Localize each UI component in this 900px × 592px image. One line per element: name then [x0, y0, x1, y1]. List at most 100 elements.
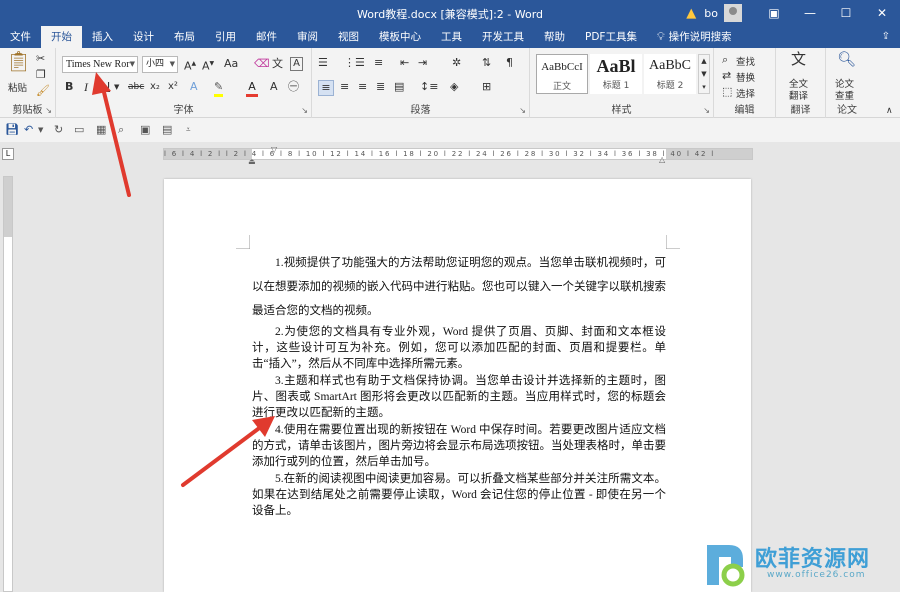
- borders-icon[interactable]: ⊞: [482, 80, 491, 94]
- first-line-indent-icon[interactable]: ▽: [271, 145, 277, 154]
- ribbon-display-icon[interactable]: ▣: [756, 0, 792, 26]
- warning-icon[interactable]: ▲: [686, 6, 696, 21]
- dialog-launcher-icon[interactable]: ↘: [703, 106, 710, 115]
- tab-home[interactable]: 开始: [41, 26, 82, 48]
- chinese-layout-icon[interactable]: ✲: [452, 56, 461, 70]
- avatar[interactable]: [724, 4, 742, 22]
- document-body[interactable]: 1.视频提供了功能强大的方法帮助您证明您的观点。当您单击联机视频时，可以在想要添…: [252, 251, 666, 519]
- tab-view[interactable]: 视图: [328, 26, 369, 48]
- sort-icon[interactable]: ⇅: [482, 56, 491, 70]
- select-icon[interactable]: ⬚: [722, 85, 732, 99]
- underline-button[interactable]: U: [102, 80, 110, 94]
- paragraph-3[interactable]: 3.主题和样式也有助于文档保持协调。当您单击设计并选择新的主题时，图片、图表或 …: [252, 373, 666, 421]
- tab-review[interactable]: 审阅: [287, 26, 328, 48]
- save-icon[interactable]: 💾︎: [5, 123, 19, 136]
- paragraph-4[interactable]: 4.使用在需要位置出现的新按钮在 Word 中保存时间。若要更改图片适应文档的方…: [252, 422, 666, 470]
- tab-help[interactable]: 帮助: [534, 26, 575, 48]
- style-heading-1[interactable]: AaBl 标题 1: [590, 54, 642, 94]
- dialog-launcher-icon[interactable]: ↘: [45, 106, 52, 115]
- undo-icon[interactable]: ↶: [24, 123, 33, 136]
- strikethrough-button[interactable]: abc: [128, 80, 144, 94]
- paragraph-5[interactable]: 5.在新的阅读视图中阅读更加容易。可以折叠文档某些部分并关注所需文本。如果在达到…: [252, 471, 666, 519]
- select-button[interactable]: 选择: [736, 86, 755, 100]
- align-center-icon[interactable]: ≡: [340, 80, 349, 94]
- numbering-icon[interactable]: ⋮☰: [344, 56, 365, 70]
- paragraph-1[interactable]: 1.视频提供了功能强大的方法帮助您证明您的观点。当您单击联机视频时，可以在想要添…: [252, 251, 666, 323]
- tab-design[interactable]: 设计: [123, 26, 164, 48]
- enclose-characters-icon[interactable]: ㊀: [288, 80, 299, 94]
- copy-icon[interactable]: ❐: [36, 68, 46, 82]
- vertical-ruler[interactable]: [0, 166, 14, 592]
- chevron-down-icon[interactable]: ▼: [38, 126, 43, 134]
- font-name-combo[interactable]: Times New Ror ▼: [62, 56, 138, 73]
- user-name[interactable]: bo: [704, 7, 718, 20]
- full-translate-line2[interactable]: 翻译: [789, 88, 808, 102]
- dialog-launcher-icon[interactable]: ↘: [301, 106, 308, 115]
- customize-qat-icon[interactable]: ⩡: [186, 125, 191, 135]
- superscript-button[interactable]: x²: [168, 80, 178, 94]
- format-painter-icon[interactable]: 🖌︎: [36, 84, 50, 98]
- tab-references[interactable]: 引用: [205, 26, 246, 48]
- print-preview-icon[interactable]: ▭: [74, 123, 84, 136]
- right-indent-icon[interactable]: △: [659, 155, 665, 164]
- style-normal[interactable]: AaBbCcI 正文: [536, 54, 588, 94]
- bullets-icon[interactable]: ☰: [318, 56, 328, 70]
- font-size-combo[interactable]: 小四 ▼: [142, 56, 178, 73]
- character-border-icon[interactable]: A: [290, 57, 303, 71]
- line-spacing-icon[interactable]: ↕≡: [420, 80, 438, 94]
- open-icon[interactable]: ▤: [162, 123, 172, 136]
- document-page[interactable]: 1.视频提供了功能强大的方法帮助您证明您的观点。当您单击联机视频时，可以在想要添…: [164, 179, 751, 592]
- tab-tools[interactable]: 工具: [431, 26, 472, 48]
- align-right-icon[interactable]: ≡: [358, 80, 367, 94]
- replace-button[interactable]: 替换: [736, 70, 755, 84]
- highlight-icon[interactable]: ✎: [214, 80, 224, 97]
- paper-check-line2[interactable]: 查重: [835, 88, 854, 102]
- tell-me-search[interactable]: 💡︎ 操作说明搜索: [647, 26, 742, 48]
- subscript-button[interactable]: x₂: [150, 80, 160, 94]
- change-case-icon[interactable]: Aa: [224, 57, 238, 71]
- minimize-icon[interactable]: —: [792, 0, 828, 26]
- translate-icon[interactable]: 文: [791, 52, 806, 67]
- tab-insert[interactable]: 插入: [82, 26, 123, 48]
- dialog-launcher-icon[interactable]: ↘: [519, 106, 526, 115]
- paste-button[interactable]: 粘贴: [8, 80, 27, 94]
- bold-button[interactable]: B: [65, 80, 73, 94]
- italic-button[interactable]: I: [84, 80, 88, 94]
- tab-layout[interactable]: 布局: [164, 26, 205, 48]
- new-doc-icon[interactable]: ▦: [96, 123, 106, 136]
- shrink-font-icon[interactable]: A▼: [202, 57, 214, 74]
- tab-developer[interactable]: 开发工具: [472, 26, 534, 48]
- multilevel-list-icon[interactable]: ≡: [374, 56, 383, 70]
- screenshot-icon[interactable]: ▣: [140, 123, 150, 136]
- redo-icon[interactable]: ↻: [54, 123, 63, 136]
- collapse-ribbon-icon[interactable]: ∧: [886, 104, 893, 118]
- tab-mailings[interactable]: 邮件: [246, 26, 287, 48]
- phonetic-guide-icon[interactable]: 文: [272, 57, 283, 71]
- paragraph-2[interactable]: 2.为使您的文档具有专业外观，Word 提供了页眉、页脚、封面和文本框设计，这些…: [252, 324, 666, 372]
- tab-selector[interactable]: L: [2, 148, 14, 160]
- replace-icon[interactable]: ⇄: [722, 69, 731, 83]
- decrease-indent-icon[interactable]: ⇤: [400, 56, 409, 70]
- chevron-down-icon[interactable]: ▼: [170, 57, 175, 72]
- tab-pdf-tools[interactable]: PDF工具集: [575, 26, 647, 48]
- increase-indent-icon[interactable]: ⇥: [418, 56, 427, 70]
- chevron-down-icon[interactable]: ▼: [114, 80, 119, 94]
- show-marks-icon[interactable]: ¶: [506, 56, 513, 70]
- maximize-icon[interactable]: ☐: [828, 0, 864, 26]
- paste-icon[interactable]: 📋︎: [6, 51, 31, 80]
- zoom-icon[interactable]: ⌕: [118, 123, 124, 137]
- text-effects-icon[interactable]: A: [190, 80, 198, 94]
- character-shading-icon[interactable]: A: [270, 80, 278, 94]
- style-heading-2[interactable]: AaBbC 标题 2: [644, 54, 696, 94]
- grow-font-icon[interactable]: A▲: [184, 57, 196, 74]
- shading-icon[interactable]: ◈: [450, 80, 458, 94]
- tab-file[interactable]: 文件: [0, 26, 41, 48]
- chevron-down-icon[interactable]: ▼: [130, 57, 135, 72]
- align-left-icon[interactable]: ≡: [318, 80, 334, 96]
- font-color-button[interactable]: A: [246, 80, 258, 97]
- cut-icon[interactable]: ✂: [36, 52, 45, 66]
- close-icon[interactable]: ✕: [864, 0, 900, 26]
- search-icon[interactable]: ⌕: [722, 53, 728, 67]
- distributed-icon[interactable]: ▤: [394, 80, 404, 94]
- share-icon[interactable]: ⇪: [872, 26, 900, 48]
